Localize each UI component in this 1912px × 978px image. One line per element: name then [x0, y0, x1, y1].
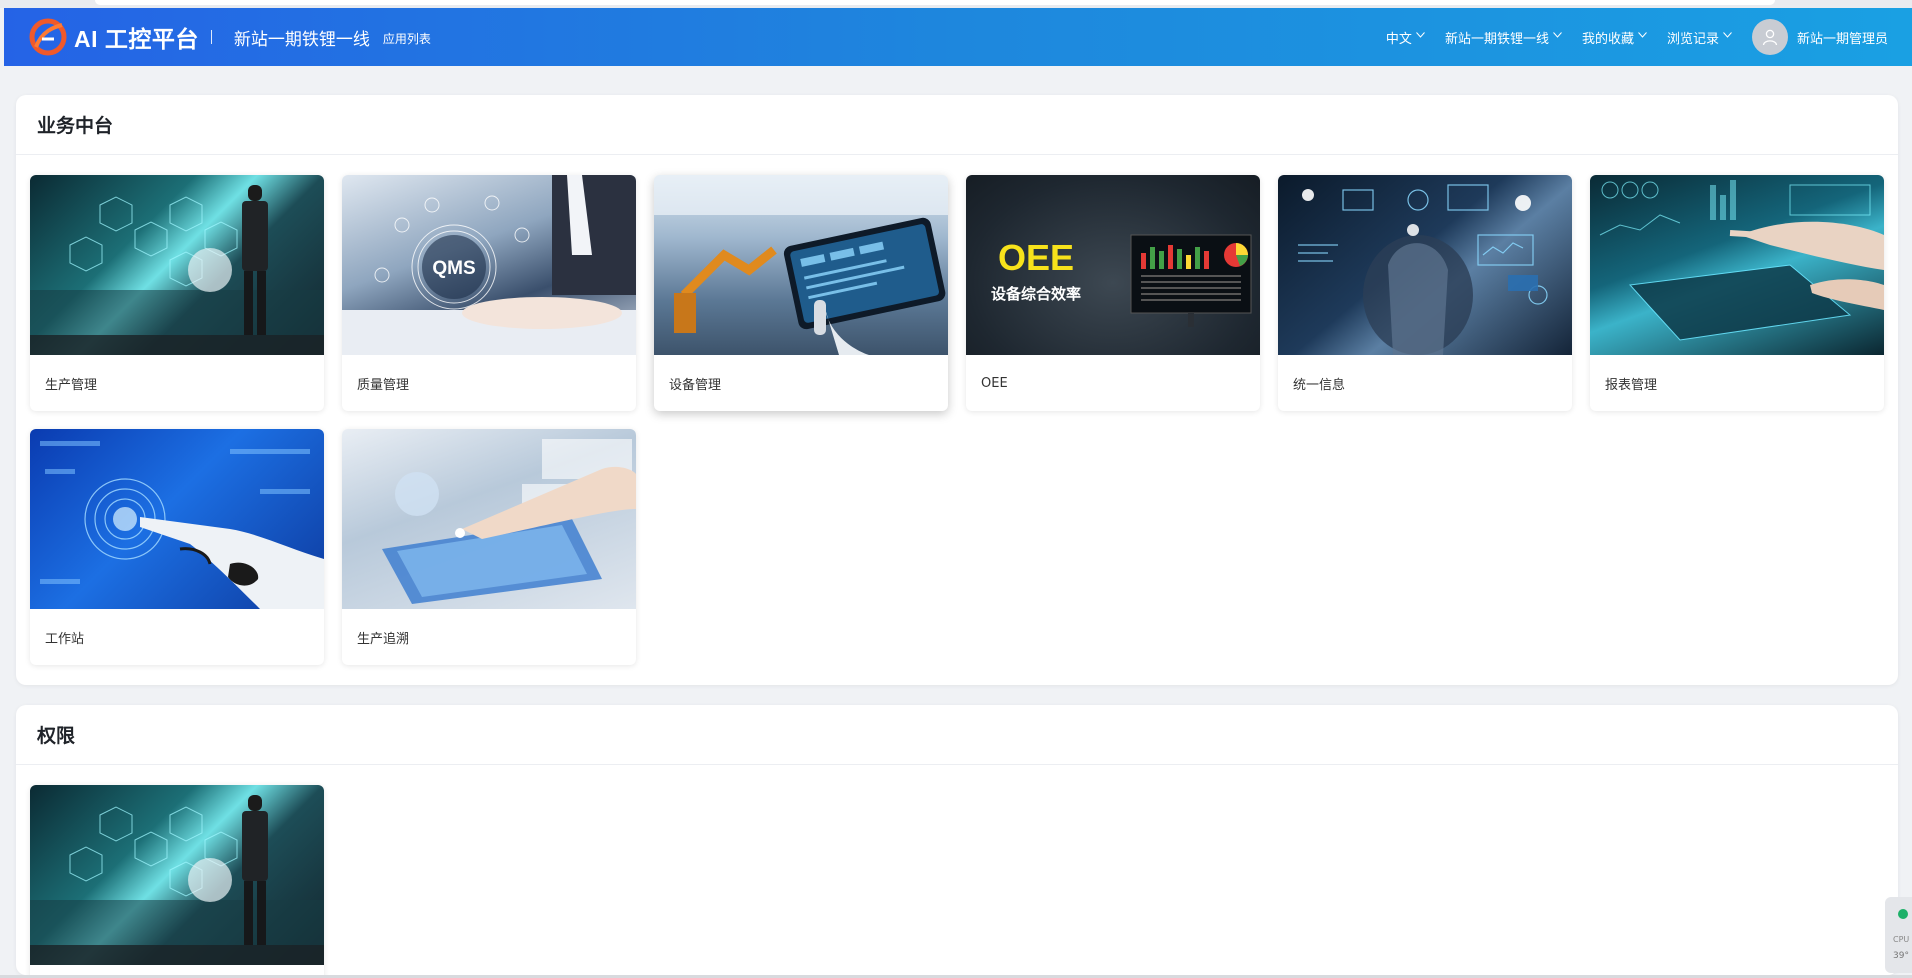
- qms-image: QMS: [342, 175, 636, 355]
- history-dropdown[interactable]: 浏览记录: [1667, 28, 1732, 47]
- card-image: [30, 785, 324, 965]
- card-label: 生产管理: [45, 377, 98, 393]
- header-nav: 中文 新站一期铁锂一线 我的收藏 浏览记录 新站一期管理员: [1366, 16, 1888, 58]
- brand[interactable]: AI 工控平台 新站一期铁锂一线 应用列表: [28, 16, 431, 58]
- card-image: [30, 175, 324, 355]
- card-label: 质量管理: [357, 377, 410, 393]
- oee-image: OEE 设备综合效率: [991, 234, 1252, 327]
- card-label: 统一信息: [1293, 377, 1346, 393]
- app-card-oee[interactable]: OEE 设备综合效率 OEE: [966, 175, 1260, 411]
- hand-tablet-image: [1599, 180, 1884, 341]
- app-card-production[interactable]: 生产管理: [30, 175, 324, 411]
- control-room-image: [30, 185, 324, 355]
- avatar: [1751, 19, 1788, 55]
- app-card-traceability[interactable]: 生产追溯: [342, 429, 636, 665]
- app-card-equipment[interactable]: 设备管理: [654, 175, 948, 411]
- app-card-workstation[interactable]: 工作站: [30, 429, 324, 665]
- app-card-permissions[interactable]: [30, 785, 324, 975]
- status-dot-icon: [1898, 909, 1908, 919]
- language-label: 中文: [1385, 31, 1412, 47]
- card-label: 工作站: [45, 631, 85, 647]
- oee-subtitle-text: 设备综合效率: [991, 285, 1081, 303]
- robot-tablet-image: [654, 175, 948, 355]
- header-divider: [210, 30, 212, 44]
- user-menu[interactable]: 新站一期管理员: [1751, 19, 1888, 55]
- card-image: [342, 429, 636, 609]
- card-label: 设备管理: [669, 377, 722, 393]
- site-name: 新站一期铁锂一线: [233, 29, 370, 50]
- language-dropdown[interactable]: 中文: [1386, 28, 1425, 47]
- cpu-temp: 39°: [1893, 951, 1909, 961]
- chevron-down-icon: [1723, 32, 1732, 38]
- app-list-link[interactable]: 应用列表: [383, 30, 431, 47]
- control-room-image: [30, 795, 324, 965]
- user-name: 新站一期管理员: [1796, 31, 1888, 47]
- card-image: OEE 设备综合效率: [966, 175, 1260, 355]
- card-label: OEE: [981, 375, 1008, 391]
- user-icon: [1762, 29, 1778, 46]
- favorites-label: 我的收藏: [1581, 31, 1634, 47]
- globe-touch-image: [382, 439, 636, 604]
- qms-text: QMS: [432, 258, 475, 279]
- app-card-unified-info[interactable]: 统一信息: [1278, 175, 1572, 411]
- app-card-quality[interactable]: QMS 质量管理: [342, 175, 636, 411]
- browser-top-strip: [0, 0, 1912, 8]
- app-card-reports[interactable]: 报表管理: [1590, 175, 1884, 411]
- top-header: AI 工控平台 新站一期铁锂一线 应用列表 中文 新站一期铁锂一线 我的收藏 浏…: [4, 8, 1912, 66]
- brand-title: AI 工控平台: [74, 26, 199, 52]
- section-business-platform: 业务中台 生产管理 QMS 质量管理 设备管理 OEE 设备综合效率 OEE 统…: [16, 95, 1898, 685]
- chevron-down-icon: [1553, 32, 1562, 38]
- card-label: 报表管理: [1605, 377, 1658, 393]
- robot-hand-image: [40, 441, 324, 609]
- card-image: [1590, 175, 1884, 355]
- cpu-label: CPU: [1893, 935, 1910, 944]
- oee-title-text: OEE: [998, 237, 1074, 278]
- data-touch-image: [1298, 184, 1548, 355]
- card-label: 生产追溯: [357, 631, 410, 647]
- section-title: 权限: [37, 725, 76, 747]
- chevron-down-icon: [1416, 32, 1425, 38]
- card-image: QMS: [342, 175, 636, 355]
- history-label: 浏览记录: [1666, 31, 1719, 47]
- site-dropdown[interactable]: 新站一期铁锂一线: [1445, 28, 1562, 47]
- section-permissions: 权限: [16, 705, 1898, 975]
- system-monitor-widget[interactable]: CPU 39°: [1885, 897, 1912, 973]
- site-dropdown-label: 新站一期铁锂一线: [1444, 31, 1549, 47]
- platform-logo-icon: [29, 18, 67, 56]
- card-image: [654, 175, 948, 355]
- chevron-down-icon: [1638, 32, 1647, 38]
- card-image: [1278, 175, 1572, 355]
- favorites-dropdown[interactable]: 我的收藏: [1582, 28, 1647, 47]
- card-image: [30, 429, 324, 609]
- section-title: 业务中台: [37, 115, 114, 137]
